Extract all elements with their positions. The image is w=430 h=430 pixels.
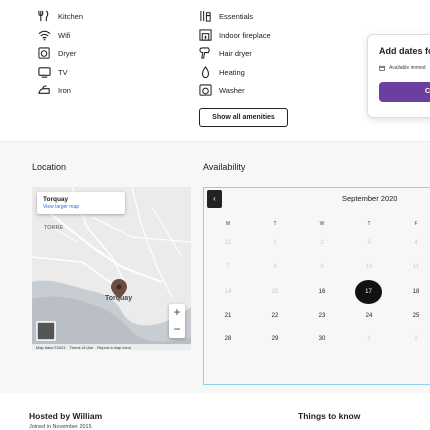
essentials-icon	[200, 10, 211, 22]
dryer-icon	[38, 47, 50, 59]
weekday-label: W	[319, 221, 325, 227]
amenity-essentials: Essentials	[199, 10, 253, 23]
amenity-wifi: Wifi	[38, 29, 71, 42]
calendar-day[interactable]: 22	[261, 304, 289, 328]
amenity-label: Hair dryer	[219, 49, 252, 58]
calendar-day[interactable]: 16	[308, 280, 336, 304]
hair-dryer-icon	[199, 47, 210, 59]
map-zoom-controls: + −	[169, 304, 185, 338]
washer-icon	[199, 84, 212, 96]
booking-availability: Available immed	[379, 65, 426, 71]
amenity-label: Essentials	[219, 12, 254, 21]
amenity-indoor-fireplace: Indoor fireplace	[199, 28, 271, 42]
booking-card: Add dates fo Available immed Cl	[367, 34, 430, 118]
iron-icon	[38, 85, 50, 94]
kitchen-icon	[38, 10, 49, 22]
calendar-icon	[379, 65, 385, 71]
calendar-day[interactable]: 25	[402, 304, 430, 328]
calendar-day[interactable]: 30	[308, 327, 336, 351]
amenity-label: TV	[58, 67, 68, 77]
calendar-day-selected[interactable]: 17	[355, 280, 382, 304]
map-data-credit: Map data ©2021	[36, 344, 66, 350]
amenity-kitchen: Kitchen	[38, 10, 83, 23]
calendar-day: 8	[273, 264, 277, 270]
calendar-month-title: September 2020	[342, 194, 398, 203]
calendar-day: 11	[412, 264, 420, 270]
calendar-day: 7	[226, 264, 230, 270]
amenities-section: Kitchen Wifi Dryer TV Iron Essentials Indoor …	[0, 0, 430, 141]
calendar-day[interactable]: 21	[214, 304, 242, 328]
amenity-label: Kitchen	[58, 12, 84, 21]
wifi-icon	[38, 30, 51, 41]
previous-month-button[interactable]: ‹	[207, 190, 222, 208]
calendar-day[interactable]: 18	[402, 280, 430, 304]
amenity-label: Indoor fireplace	[219, 30, 271, 40]
location-map[interactable]: TORRE Torquay Torquay View larger map + …	[32, 187, 191, 350]
amenity-label: Heating	[219, 67, 245, 77]
calendar-day: 1	[367, 336, 371, 342]
amenity-label: Wifi	[58, 30, 71, 40]
booking-title: Add dates fo	[379, 46, 430, 56]
weekday-label: F	[414, 221, 418, 227]
availability-title: Availability	[203, 162, 246, 172]
calendar-day: 2	[320, 240, 324, 246]
view-larger-map-link[interactable]: View larger map	[43, 204, 119, 210]
map-report-link[interactable]: Report a map error	[97, 345, 131, 350]
booking-availability-text: Available immed	[389, 65, 426, 71]
check-availability-button[interactable]: Cl	[379, 82, 430, 102]
amenity-heating: Heating	[199, 65, 245, 79]
amenity-iron: Iron	[38, 84, 71, 97]
calendar-day: 14	[224, 289, 232, 295]
host-title: Hosted by William	[29, 411, 103, 421]
things-to-know-title: Things to know	[298, 411, 361, 421]
calendar-day: 9	[320, 264, 324, 270]
amenity-tv: TV	[38, 66, 68, 79]
calendar-day: 2	[414, 336, 418, 342]
calendar-day[interactable]: 28	[214, 327, 242, 351]
calendar-day[interactable]: 23	[308, 304, 336, 328]
amenity-label: Washer	[219, 86, 245, 95]
amenity-dryer: Dryer	[38, 47, 76, 60]
location-title: Location	[32, 162, 67, 172]
host-joined-date: Joined in November 2015	[29, 424, 92, 430]
calendar-day: 15	[271, 289, 279, 295]
weekday-label: T	[367, 221, 371, 227]
map-place-name: Torquay	[43, 196, 69, 203]
calendar-day: 31	[224, 240, 232, 246]
calendar-day: 1	[273, 240, 277, 246]
calendar-day: 3	[367, 240, 371, 246]
tv-icon	[38, 66, 51, 78]
calendar-day[interactable]: 24	[355, 304, 383, 328]
calendar-day: 4	[414, 240, 418, 246]
amenity-label: Dryer	[58, 49, 77, 58]
weekday-label: T	[273, 221, 277, 227]
amenity-label: Iron	[58, 86, 71, 95]
calendar-day[interactable]: 29	[261, 327, 289, 351]
fireplace-icon	[199, 28, 212, 41]
zoom-out-button[interactable]: −	[169, 321, 185, 338]
heating-icon	[201, 65, 210, 78]
amenity-washer: Washer	[199, 84, 245, 97]
show-all-amenities-button[interactable]: Show all amenities	[199, 108, 288, 127]
map-footer: Map data ©2021 Terms of Use Report a map…	[32, 344, 191, 350]
calendar-day: 10	[365, 264, 373, 270]
weekday-label: M	[225, 221, 231, 227]
zoom-in-button[interactable]: +	[169, 304, 185, 321]
availability-calendar: ‹ September 2020 M T W T F 31 1 2 3 4 7 8 9 10 11 14 15 1…	[203, 187, 430, 385]
map-label-torre: TORRE	[44, 225, 63, 231]
map-layer-thumbnail[interactable]	[36, 321, 56, 341]
map-terms-link[interactable]: Terms of Use	[70, 345, 94, 350]
map-place-card: Torquay View larger map	[37, 192, 125, 214]
amenity-hair-dryer: Hair dryer	[199, 47, 252, 60]
